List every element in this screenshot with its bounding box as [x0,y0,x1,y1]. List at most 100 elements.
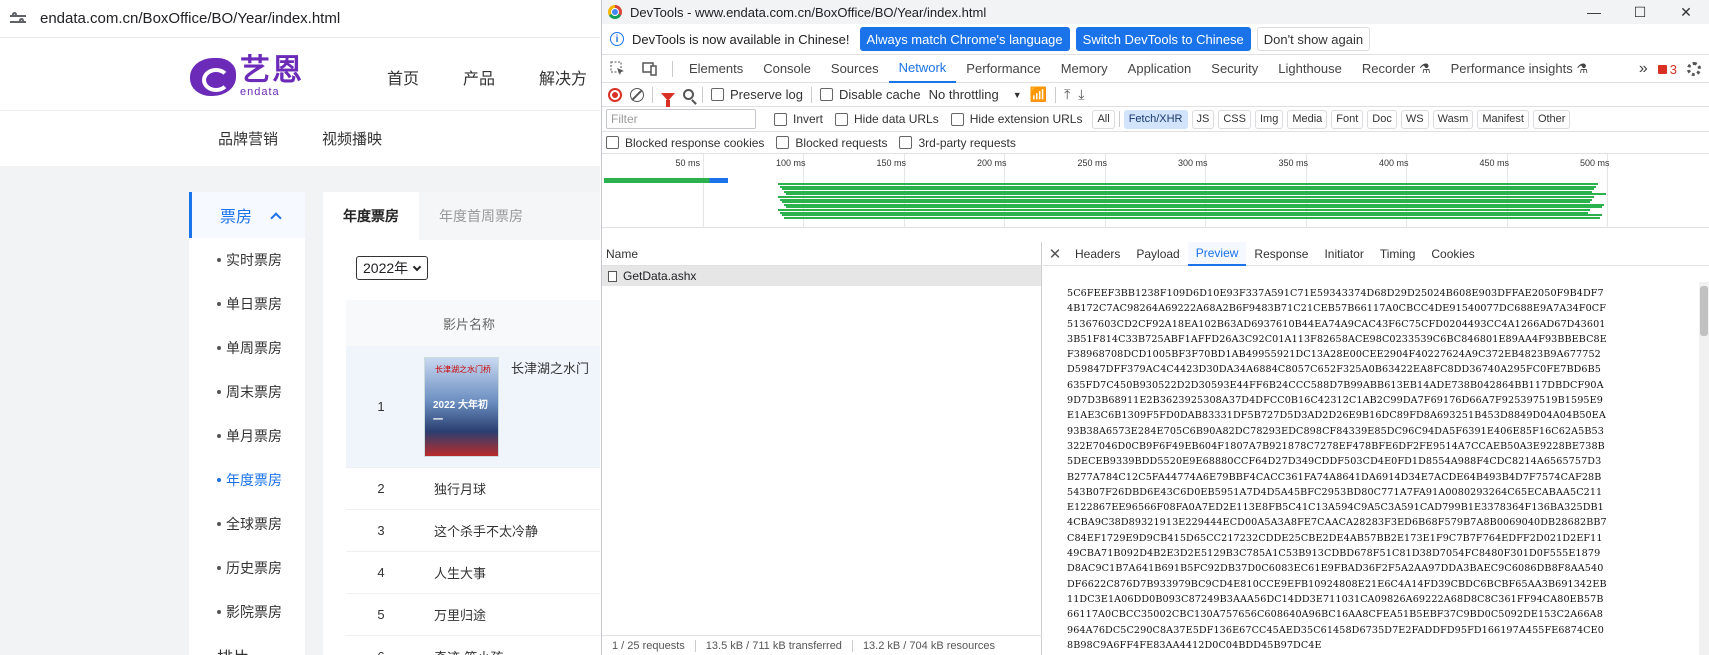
tab-initiator[interactable]: Initiator [1316,242,1371,266]
tab-yearly-boxoffice[interactable]: 年度票房 [323,192,419,240]
checkbox-box[interactable] [711,88,724,101]
film-name-cell[interactable]: 人生大事 [416,563,486,582]
sidebar-item-weekend[interactable]: 周末票房 [189,370,305,414]
endata-logo[interactable]: 艺恩 endata [190,56,304,98]
filter-type-font[interactable]: Font [1331,109,1364,129]
export-har-icon[interactable]: ⤓ [1078,86,1084,103]
maximize-button[interactable]: ☐ [1617,0,1663,24]
scrollbar-thumb[interactable] [1700,286,1708,336]
error-counter[interactable]: 3 [1657,62,1677,77]
record-icon[interactable] [608,87,622,102]
third-party-requests-checkbox[interactable]: 3rd-party requests [899,136,1016,150]
filter-icon[interactable] [661,92,675,107]
filter-type-css[interactable]: CSS [1218,109,1251,129]
preserve-log-checkbox[interactable]: Preserve log [711,87,803,102]
url-text[interactable]: endata.com.cn/BoxOffice/BO/Year/index.ht… [40,10,340,27]
hide-extension-urls-checkbox[interactable]: Hide extension URLs [950,112,1082,126]
blocked-requests-checkbox[interactable]: Blocked requests [776,136,887,150]
sidebar-item-history[interactable]: 历史票房 [189,546,305,590]
tab-response[interactable]: Response [1246,242,1316,266]
tab-timing[interactable]: Timing [1372,242,1424,266]
filter-type-media[interactable]: Media [1287,109,1328,129]
tab-application[interactable]: Application [1118,55,1202,83]
filter-type-fetch-xhr[interactable]: Fetch/XHR [1123,109,1188,129]
switch-to-chinese-button[interactable]: Switch DevTools to Chinese [1075,27,1251,51]
sidebar-item-cinema[interactable]: 影院票房 [189,590,305,634]
filter-type-js[interactable]: JS [1191,109,1215,129]
filter-type-ws[interactable]: WS [1400,109,1429,129]
tab-preview[interactable]: Preview [1187,241,1247,266]
table-row[interactable]: 2 独行月球 [346,468,600,510]
filter-type-doc[interactable]: Doc [1367,109,1397,129]
table-row[interactable]: 1 长津湖之水门桥 2022 大年初一 长津湖之水门 [346,346,600,468]
subnav-brand-marketing[interactable]: 品牌营销 [218,128,278,149]
tab-payload[interactable]: Payload [1128,242,1187,266]
nav-solutions[interactable]: 解决方 [539,65,587,89]
gear-icon[interactable] [1687,62,1701,76]
tab-performance-insights[interactable]: Performance insights ⚗ [1441,55,1598,83]
network-conditions-icon[interactable]: 📶 [1030,86,1047,103]
checkbox-box[interactable] [950,112,964,126]
invert-checkbox[interactable]: Invert [774,112,823,126]
film-name-cell[interactable]: 这个杀手不太冷静 [416,521,538,540]
sidebar-item-yearly[interactable]: 年度票房 [189,458,305,502]
inspect-element-icon[interactable] [602,55,634,83]
tab-performance[interactable]: Performance [956,55,1050,83]
import-har-icon[interactable]: ⤒ [1064,86,1070,103]
tab-headers[interactable]: Headers [1067,242,1128,266]
film-poster[interactable]: 长津湖之水门桥 2022 大年初一 [424,356,499,457]
clear-icon[interactable] [630,87,644,102]
device-toolbar-icon[interactable] [634,55,666,83]
checkbox-box[interactable] [774,112,787,126]
preview-scrollbar[interactable] [1699,282,1709,655]
sidebar-section-schedule[interactable]: 排片 [189,634,305,655]
checkbox-box[interactable] [776,136,790,149]
film-name-cell[interactable]: 独行月球 [416,479,486,498]
tab-recorder[interactable]: Recorder ⚗ [1352,55,1441,83]
hide-data-urls-checkbox[interactable]: Hide data URLs [835,112,939,126]
subnav-video[interactable]: 视频播映 [322,128,382,149]
film-name-cell[interactable]: 万里归途 [416,605,486,624]
tab-sources[interactable]: Sources [821,55,889,83]
checkbox-box[interactable] [835,112,849,126]
filter-type-wasm[interactable]: Wasm [1432,109,1474,129]
sidebar-section-boxoffice[interactable]: 票房 [189,192,305,238]
sidebar-item-realtime[interactable]: 实时票房 [189,238,305,282]
more-tabs-icon[interactable]: » [1639,60,1648,78]
sidebar-item-global[interactable]: 全球票房 [189,502,305,546]
table-row[interactable]: 4 人生大事 [346,552,600,594]
always-match-language-button[interactable]: Always match Chrome's language [859,27,1070,51]
year-select[interactable]: 2022年 [356,256,428,280]
minimize-button[interactable]: — [1571,0,1617,24]
sidebar-item-weekly[interactable]: 单周票房 [189,326,305,370]
tab-memory[interactable]: Memory [1051,55,1118,83]
close-button[interactable]: ✕ [1663,0,1709,24]
tab-elements[interactable]: Elements [679,55,753,83]
tab-yearly-first-week[interactable]: 年度首周票房 [419,192,600,240]
table-row[interactable]: 6奇迹·笨小孩 [346,636,600,655]
request-row[interactable]: GetData.ashx [602,266,1041,286]
tab-network[interactable]: Network [888,55,957,83]
table-row[interactable]: 3 这个杀手不太冷静 [346,510,600,552]
search-icon[interactable] [683,89,694,100]
request-list-header[interactable]: Name [602,242,1041,266]
response-preview-text[interactable]: 5C6FEEF3BB1238F109D6D10E93F337A591C71E59… [1067,286,1607,655]
dont-show-again-button[interactable]: Don't show again [1256,27,1371,51]
filter-type-other[interactable]: Other [1532,109,1571,129]
close-icon[interactable]: ✕ [1043,245,1067,263]
filter-input[interactable]: Filter [606,109,756,129]
film-name-cell[interactable]: 长津湖之水门 [499,358,589,377]
throttling-select[interactable]: No throttling ▼ [929,87,1022,102]
checkbox-box[interactable] [819,88,833,101]
sidebar-item-monthly[interactable]: 单月票房 [189,414,305,458]
checkbox-box[interactable] [899,136,913,149]
address-bar[interactable]: endata.com.cn/BoxOffice/BO/Year/index.ht… [0,0,600,38]
nav-products[interactable]: 产品 [463,65,495,89]
nav-home[interactable]: 首页 [387,65,419,89]
tab-lighthouse[interactable]: Lighthouse [1268,55,1352,83]
tab-cookies[interactable]: Cookies [1423,242,1482,266]
blocked-response-cookies-checkbox[interactable]: Blocked response cookies [606,136,764,150]
filter-type-manifest[interactable]: Manifest [1477,109,1529,129]
filter-type-img[interactable]: Img [1254,109,1284,129]
sidebar-item-daily[interactable]: 单日票房 [189,282,305,326]
